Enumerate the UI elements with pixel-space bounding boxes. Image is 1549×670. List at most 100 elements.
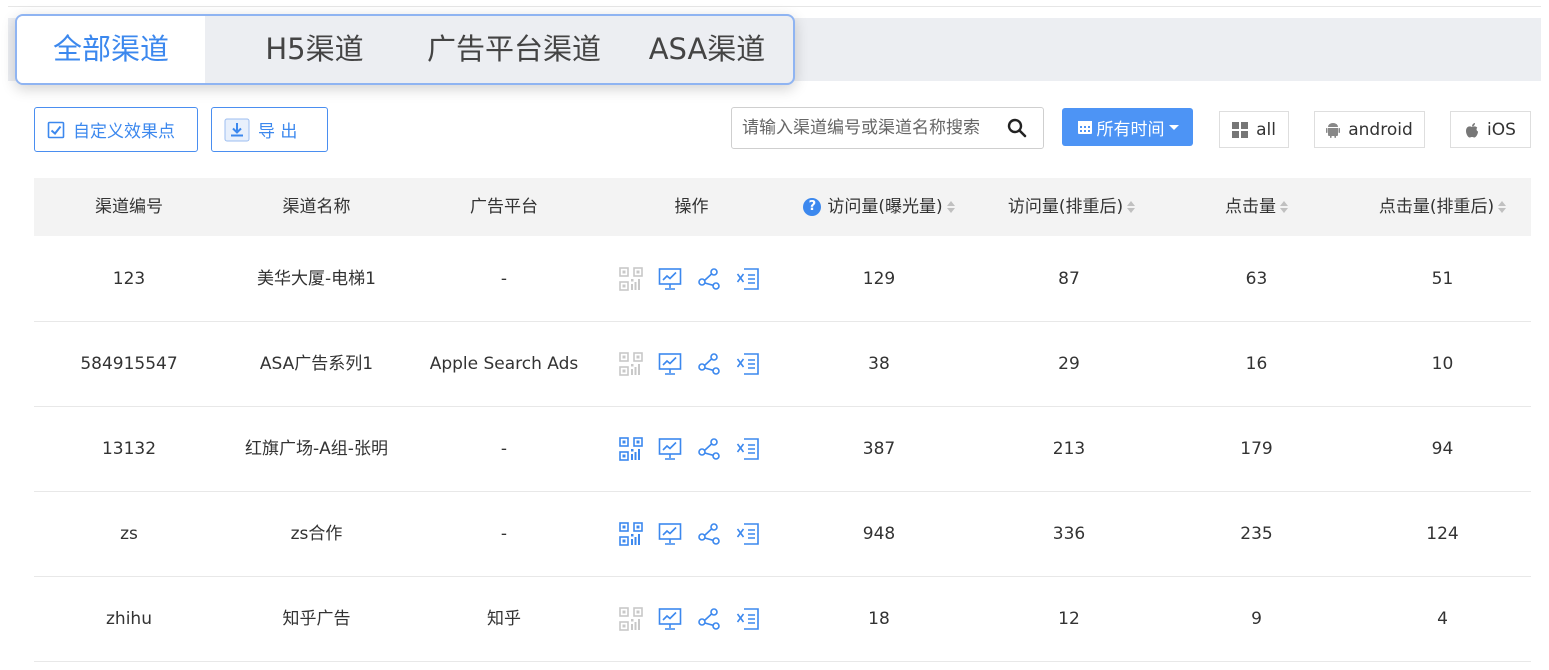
cell-visits: 18 [868,609,890,629]
cell-ad-platform: - [500,524,508,544]
cell-clicks-unique: 51 [1431,269,1454,289]
cell-channel-id: 13132 [101,439,157,459]
platform-all-button[interactable]: all [1219,111,1289,148]
platform-android-label: android [1348,119,1413,140]
share-icon[interactable] [697,607,721,631]
cell-visits-unique: 12 [1058,609,1080,629]
cell-visits: 387 [862,439,896,459]
cell-channel-name: 知乎广告 [282,609,351,629]
row-actions [619,267,760,291]
qr-code-icon [619,607,643,631]
cell-clicks-unique: 10 [1431,354,1454,374]
cell-visits: 38 [868,354,890,374]
cell-channel-name: 美华大厦-电梯1 [257,269,376,289]
cell-visits: 129 [862,269,896,289]
row-actions [619,352,760,376]
qr-code-icon [619,267,643,291]
excel-export-icon[interactable] [736,352,760,376]
row-actions [619,437,760,461]
excel-export-icon[interactable] [736,522,760,546]
column-header-channel-name: 渠道名称 [282,197,351,217]
table-row: 123 美华大厦-电梯1 - 129 87 63 51 [34,237,1531,322]
table-row: 584915547 ASA广告系列1 Apple Search Ads 38 29 16 1… [34,322,1531,407]
row-actions [619,522,760,546]
table-header: 渠道编号 渠道名称 广告平台 操作 ? 访问量(曝光量) 访问量(排重后) 点击… [34,178,1531,236]
cell-ad-platform: Apple Search Ads [429,354,579,374]
sort-icon[interactable] [946,201,955,213]
help-icon[interactable]: ? [803,198,822,216]
qr-code-icon [619,352,643,376]
share-icon[interactable] [697,437,721,461]
search-icon[interactable] [1007,118,1027,142]
cell-channel-id: 584915547 [80,354,178,374]
qr-code-icon[interactable] [619,437,643,461]
cell-channel-name: ASA广告系列1 [259,354,374,374]
platform-ios-button[interactable]: iOS [1450,111,1531,148]
calendar-icon [1077,119,1093,135]
column-header-visits[interactable]: ? 访问量(曝光量) [789,178,969,236]
column-header-channel-id: 渠道编号 [95,197,163,217]
export-label: 导 出 [258,122,298,142]
sort-icon[interactable] [1498,201,1507,213]
cell-visits-unique: 336 [1052,524,1086,544]
time-filter-dropdown[interactable]: 所有时间 [1062,108,1193,146]
search-input[interactable] [742,116,997,140]
cell-clicks: 16 [1245,354,1268,374]
share-icon[interactable] [697,267,721,291]
custom-effect-button[interactable]: 自定义效果点 [34,107,198,152]
excel-export-icon[interactable] [736,437,760,461]
column-header-actions: 操作 [674,197,709,217]
share-icon[interactable] [697,352,721,376]
cell-clicks: 9 [1251,609,1262,629]
checkbox-icon [47,121,65,139]
platform-all-label: all [1256,119,1276,140]
cell-clicks: 179 [1240,439,1273,459]
cell-visits-unique: 29 [1058,354,1080,374]
cell-ad-platform: - [500,439,508,459]
tab-h5-channels[interactable]: H5渠道 [242,16,387,83]
export-button[interactable]: 导 出 [211,107,328,152]
search-box [731,107,1044,149]
excel-export-icon[interactable] [736,607,760,631]
platform-android-button[interactable]: android [1314,111,1425,148]
grid-icon [1232,121,1249,138]
chart-icon[interactable] [658,437,682,461]
time-filter-label: 所有时间 [1096,119,1165,140]
download-icon [224,118,250,142]
cell-clicks-unique: 4 [1437,609,1448,629]
cell-clicks-unique: 124 [1426,524,1459,544]
chevron-down-icon [1168,124,1179,130]
android-icon [1326,122,1341,138]
tab-asa-channels[interactable]: ASA渠道 [637,16,777,83]
cell-channel-name: 红旗广场-A组-张明 [245,439,388,459]
cell-visits-unique: 87 [1058,269,1080,289]
column-header-visits-unique[interactable]: 访问量(排重后) [979,178,1164,236]
column-header-clicks[interactable]: 点击量 [1164,178,1349,236]
channel-tabs: 全部渠道 H5渠道 广告平台渠道 ASA渠道 [15,14,795,85]
column-header-clicks-unique[interactable]: 点击量(排重后) [1354,178,1531,236]
cell-ad-platform: - [500,269,508,289]
tab-all-channels[interactable]: 全部渠道 [17,16,205,83]
cell-channel-id: 123 [112,269,146,289]
cell-clicks: 63 [1245,269,1268,289]
cell-channel-id: zhihu [106,609,152,629]
chart-icon[interactable] [658,352,682,376]
tab-ad-platform-channels[interactable]: 广告平台渠道 [414,16,614,83]
table-row: zhihu 知乎广告 知乎 18 12 9 4 [34,577,1531,662]
sort-icon[interactable] [1127,201,1136,213]
table-row: 13132 红旗广场-A组-张明 - 387 213 179 94 [34,407,1531,492]
cell-visits: 948 [862,524,896,544]
row-actions [619,607,760,631]
sort-icon[interactable] [1280,201,1288,213]
cell-ad-platform: 知乎 [487,609,521,629]
chart-icon[interactable] [658,522,682,546]
cell-channel-name: zs合作 [290,524,343,544]
chart-icon[interactable] [658,267,682,291]
cell-visits-unique: 213 [1052,439,1086,459]
excel-export-icon[interactable] [736,267,760,291]
share-icon[interactable] [697,522,721,546]
cell-clicks-unique: 94 [1431,439,1454,459]
chart-icon[interactable] [658,607,682,631]
qr-code-icon[interactable] [619,522,643,546]
cell-channel-id: zs [120,524,138,544]
